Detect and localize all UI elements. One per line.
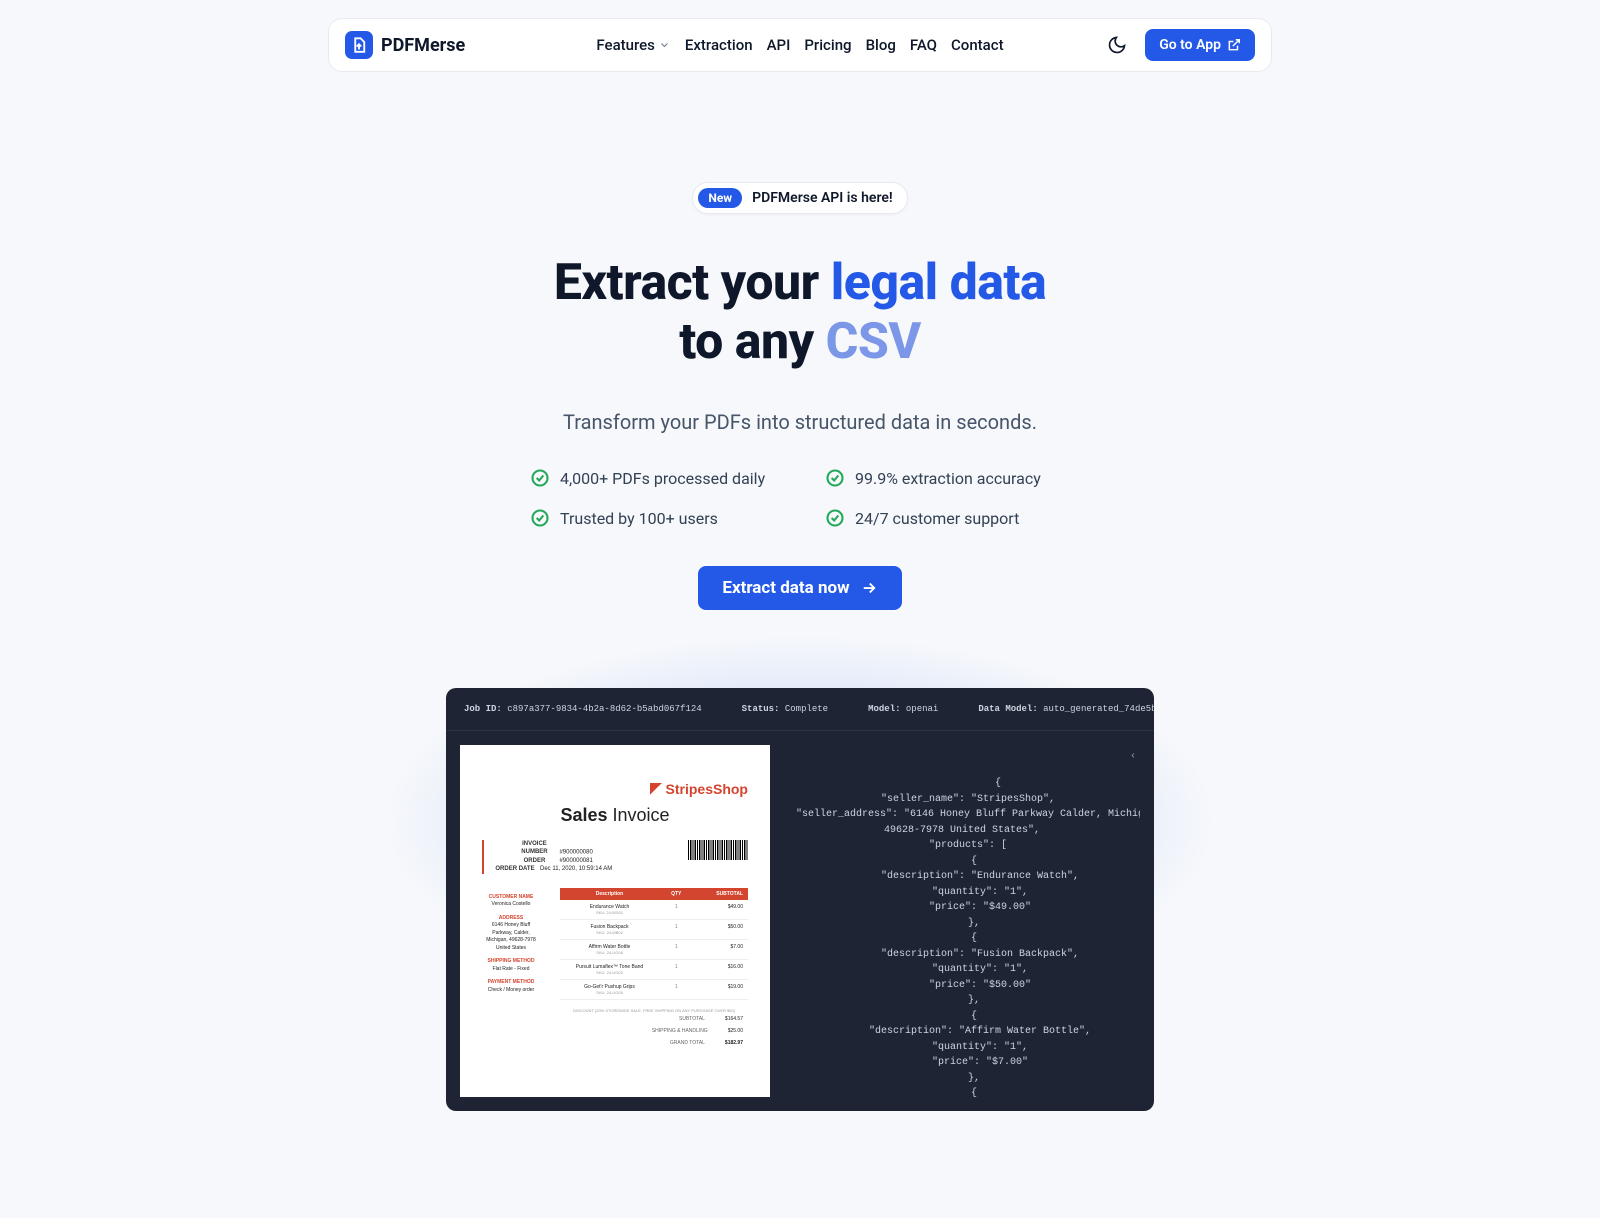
nav-features-label: Features: [596, 36, 654, 54]
invoice-preview: StripesShop Sales Invoice INVOICE NUMBER…: [460, 745, 770, 1097]
check-circle-icon: [825, 468, 845, 488]
barcode-icon: [688, 840, 748, 860]
nav-blog[interactable]: Blog: [866, 32, 896, 58]
chevron-down-icon: [659, 39, 671, 51]
announcement-badge: New: [698, 188, 742, 208]
check-circle-icon: [530, 468, 550, 488]
theme-toggle[interactable]: [1107, 35, 1127, 55]
brand-name: PDFMerse: [381, 35, 465, 56]
collapse-icon[interactable]: ‹: [1130, 749, 1136, 765]
invoice-title: Sales Invoice: [482, 805, 748, 826]
feature-item-3: Trusted by 100+ users: [530, 508, 775, 528]
nav-faq[interactable]: FAQ: [910, 32, 937, 58]
feature-item-4: 24/7 customer support: [825, 508, 1070, 528]
check-circle-icon: [825, 508, 845, 528]
announcement-text: PDFMerse API is here!: [752, 190, 893, 206]
arrow-right-icon: [860, 579, 878, 597]
demo-window: Job ID: c897a377-9834-4b2a-8d62-b5abd067…: [446, 688, 1154, 1111]
brand-logo-icon: [345, 31, 373, 59]
external-link-icon: [1227, 38, 1241, 52]
invoice-total-row: SHIPPING & HANDLING$25.00: [560, 1025, 748, 1037]
demo-datamodel: Data Model: auto_generated_74de5bbd: [978, 704, 1154, 714]
feature-3-text: Trusted by 100+ users: [560, 509, 718, 528]
feature-2-text: 99.9% extraction accuracy: [855, 469, 1041, 488]
hero-features: 4,000+ PDFs processed daily 99.9% extrac…: [530, 468, 1070, 528]
nav-extraction[interactable]: Extraction: [685, 32, 753, 58]
demo-jobid: Job ID: c897a377-9834-4b2a-8d62-b5abd067…: [464, 704, 702, 714]
extract-data-label: Extract data now: [722, 578, 849, 598]
brand[interactable]: PDFMerse: [345, 31, 465, 59]
json-output: ‹ { "seller_name": "StripesShop", "selle…: [784, 745, 1140, 1097]
announcement-pill[interactable]: New PDFMerse API is here!: [692, 182, 907, 214]
headline-line1-accent: legal data: [831, 254, 1046, 312]
headline-line2-accent: CSV: [826, 313, 921, 371]
invoice-row: Go-Get'r Pushup GripsSKU: 24-UG051$19.00: [560, 980, 748, 1000]
demo-topbar: Job ID: c897a377-9834-4b2a-8d62-b5abd067…: [446, 688, 1154, 731]
hero-subhead: Transform your PDFs into structured data…: [165, 410, 1435, 434]
nav-api[interactable]: API: [767, 32, 791, 58]
feature-1-text: 4,000+ PDFs processed daily: [560, 469, 765, 488]
invoice-row: Endurance WatchSKU: 24-WS011$49.00: [560, 900, 748, 920]
nav-pricing[interactable]: Pricing: [804, 32, 851, 58]
demo-status: Status: Complete: [742, 704, 828, 714]
feature-4-text: 24/7 customer support: [855, 509, 1019, 528]
nav-contact[interactable]: Contact: [951, 32, 1004, 58]
invoice-table: Description QTY SUBTOTAL Endurance Watch…: [560, 888, 748, 1049]
navbar: PDFMerse Features Extraction API Pricing…: [328, 18, 1272, 72]
invoice-row: Fusion BackpackSKU: 24-MB021$50.00: [560, 920, 748, 940]
stripes-icon: [650, 783, 662, 795]
go-to-app-label: Go to App: [1159, 37, 1221, 53]
hero-headline: Extract your legal data to any CSV: [165, 254, 1435, 372]
demo-model: Model: openai: [868, 704, 938, 714]
invoice-total-row: GRAND TOTAL$182.97: [560, 1037, 748, 1049]
headline-line2-pre: to any: [679, 313, 825, 371]
invoice-total-row: SUBTOTAL$164.57: [560, 1013, 748, 1025]
check-circle-icon: [530, 508, 550, 528]
json-text: { "seller_name": "StripesShop", "seller_…: [784, 778, 1140, 1097]
go-to-app-button[interactable]: Go to App: [1145, 29, 1255, 61]
invoice-row: Affirm Water BottleSKU: 24-UG061$7.00: [560, 940, 748, 960]
headline-line1-pre: Extract your: [554, 254, 831, 312]
invoice-customer-block: CUSTOMER NAME Veronica Costello ADDRESS …: [482, 888, 540, 1049]
invoice-meta: INVOICE NUMBER#900000080 ORDER#900000081…: [482, 840, 748, 874]
invoice-row: Pursuit Lumaflex™ Tone BandSKU: 24-UG021…: [560, 960, 748, 980]
moon-icon: [1107, 35, 1127, 55]
extract-data-button[interactable]: Extract data now: [698, 566, 901, 610]
nav-features[interactable]: Features: [596, 32, 670, 58]
invoice-logo: StripesShop: [650, 781, 748, 797]
feature-item-1: 4,000+ PDFs processed daily: [530, 468, 775, 488]
feature-item-2: 99.9% extraction accuracy: [825, 468, 1070, 488]
